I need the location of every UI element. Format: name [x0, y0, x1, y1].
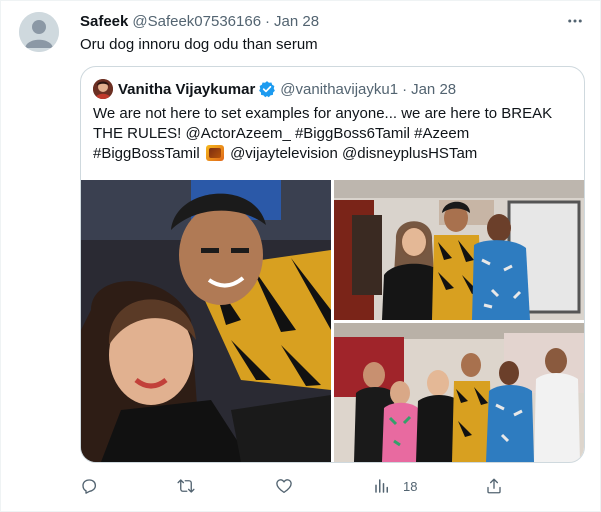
reply-button[interactable]	[80, 475, 98, 497]
quote-author-name[interactable]: Vanitha Vijaykumar	[118, 81, 255, 98]
heart-icon	[276, 479, 292, 494]
quote-header: Vanitha Vijaykumar @vanithavijayku1 · Ja…	[93, 79, 456, 99]
action-bar: 18	[80, 475, 510, 497]
quote-text-line: #BiggBossTamil @vijaytelevision @disneyp…	[93, 144, 573, 164]
verified-badge-icon	[259, 81, 276, 98]
quoted-tweet[interactable]: Vanitha Vijaykumar @vanithavijayku1 · Ja…	[80, 66, 585, 463]
author-name[interactable]: Safeek	[80, 13, 128, 30]
quote-author-handle[interactable]: @vanithavijayku1	[280, 81, 398, 98]
tweet-text: Oru dog innoru dog odu than serum	[80, 36, 318, 53]
more-options-button[interactable]	[565, 12, 585, 30]
avatar[interactable]	[19, 12, 59, 52]
timestamp[interactable]: Jan 28	[274, 13, 319, 30]
tweet-header: Safeek @Safeek07536166 · Jan 28	[80, 12, 319, 30]
quote-timestamp[interactable]: Jan 28	[411, 81, 456, 98]
profile-photo-icon	[93, 79, 113, 99]
group-photo-2[interactable]	[334, 323, 584, 462]
quote-avatar	[93, 79, 113, 99]
separator-dot: ·	[265, 12, 271, 30]
quote-text-line: We are not here to set examples for anyo…	[93, 105, 553, 122]
default-avatar-icon	[19, 12, 59, 52]
share-button[interactable]	[485, 475, 503, 497]
share-icon	[487, 478, 501, 494]
tweet[interactable]: Safeek @Safeek07536166 · Jan 28 Oru dog …	[0, 0, 601, 512]
like-button[interactable]	[275, 475, 293, 497]
more-horizontal-icon	[568, 19, 582, 23]
views-button[interactable]: 18	[373, 475, 417, 497]
quote-separator-dot: ·	[402, 80, 408, 98]
reply-icon	[82, 479, 97, 494]
quote-text: We are not here to set examples for anyo…	[93, 104, 573, 164]
bigg-boss-hashflag-icon	[205, 145, 224, 161]
hashtag-link[interactable]: #BiggBossTamil	[93, 145, 200, 162]
views-icon	[375, 479, 388, 493]
selfie-photo[interactable]	[81, 180, 331, 462]
group-photo-2-image	[334, 323, 584, 462]
group-photo-1[interactable]	[334, 180, 584, 320]
retweet-button[interactable]	[177, 475, 195, 497]
group-photo-1-image	[334, 180, 584, 320]
author-handle[interactable]: @Safeek07536166	[132, 13, 261, 30]
selfie-photo-image	[81, 180, 331, 462]
quote-text-line: THE RULES! @ActorAzeem_ #BiggBoss6Tamil …	[93, 125, 470, 142]
mentions[interactable]: @vijaytelevision @disneyplusHSTam	[230, 145, 477, 162]
retweet-icon	[177, 479, 195, 493]
views-count: 18	[403, 478, 418, 494]
media-grid	[81, 180, 584, 462]
